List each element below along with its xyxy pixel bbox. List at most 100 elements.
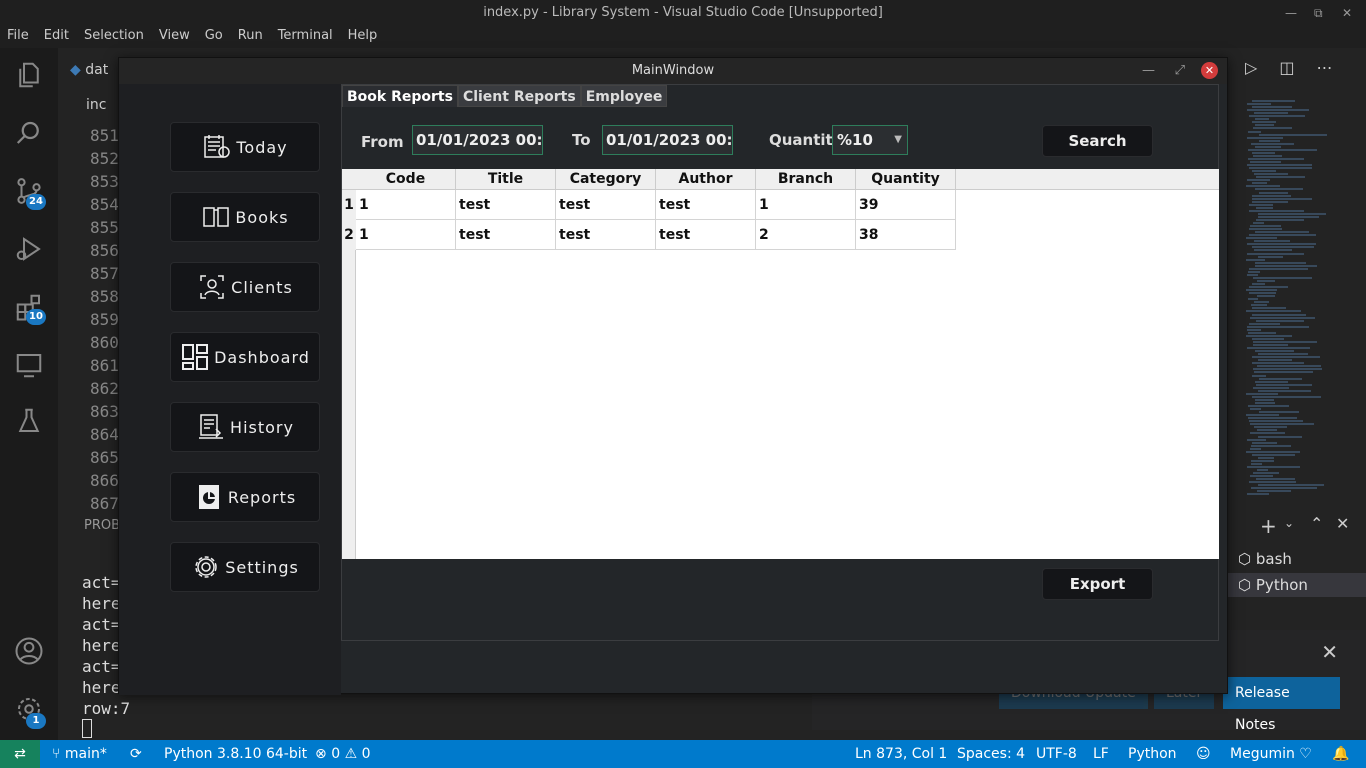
testing-icon[interactable] <box>13 406 45 438</box>
table-cell[interactable]: 39 <box>856 190 956 220</box>
feedback-icon[interactable]: ☺ <box>1196 740 1211 768</box>
from-date-input[interactable]: 01/01/2023 00:0 <box>412 125 543 155</box>
terminal-list: + ⌄ ⌃ ✕ ⬡ bash ⬡ Python <box>1228 506 1366 606</box>
minimap-line <box>1249 203 1273 206</box>
nav-clients-label: Clients <box>231 277 293 297</box>
maximize-panel-icon[interactable]: ⌃ <box>1310 514 1323 533</box>
table-row[interactable]: 2 1 test test test 2 38 <box>342 220 956 250</box>
eol-status[interactable]: LF <box>1093 740 1109 768</box>
terminal-item-bash[interactable]: ⬡ bash <box>1238 547 1292 571</box>
nav-clients-button[interactable]: Clients <box>170 262 320 312</box>
remote-explorer-icon[interactable] <box>13 350 45 382</box>
chevron-down-icon[interactable]: ⌄ <box>1284 516 1294 530</box>
nav-settings-button[interactable]: Settings <box>170 542 320 592</box>
menu-edit[interactable]: Edit <box>44 26 69 48</box>
encoding-status[interactable]: UTF-8 <box>1036 740 1077 768</box>
notifications-bell-icon[interactable]: 🔔 <box>1332 740 1349 768</box>
table-cell[interactable]: test <box>456 220 556 250</box>
more-actions-icon[interactable]: ⋯ <box>1316 58 1332 82</box>
tab-book-reports[interactable]: Book Reports <box>342 85 458 107</box>
table-cell[interactable]: 1 <box>756 190 856 220</box>
menu-help[interactable]: Help <box>348 26 378 48</box>
python-interpreter-status[interactable]: Python 3.8.10 64-bit <box>164 740 307 768</box>
explorer-icon[interactable] <box>13 60 45 92</box>
menu-file[interactable]: File <box>7 26 29 48</box>
column-header-quantity[interactable]: Quantity <box>856 169 956 190</box>
minimap-line <box>1249 209 1304 212</box>
close-notification-icon[interactable]: ✕ <box>1321 640 1338 664</box>
table-row[interactable]: 1 1 test test test 1 39 <box>342 190 956 220</box>
indentation-status[interactable]: Spaces: 4 <box>957 740 1025 768</box>
book-report-table[interactable]: Code Title Category Author Branch Quanti… <box>342 169 1219 559</box>
line-number: 861 <box>90 356 119 375</box>
accounts-icon[interactable] <box>13 636 45 668</box>
language-status[interactable]: Python <box>1128 740 1177 768</box>
minimap-line <box>1259 139 1280 142</box>
table-cell[interactable]: test <box>456 190 556 220</box>
minimize-icon[interactable]: — <box>1285 0 1297 26</box>
column-header-code[interactable]: Code <box>356 169 456 190</box>
user-status[interactable]: Megumin ♡ <box>1230 740 1312 768</box>
column-header-category[interactable]: Category <box>556 169 656 190</box>
nav-history-button[interactable]: History <box>170 402 320 452</box>
release-notes-button[interactable]: Release Notes <box>1223 677 1340 733</box>
minimap-line <box>1253 340 1317 343</box>
menu-view[interactable]: View <box>159 26 190 48</box>
remote-indicator[interactable]: ⇄ <box>0 740 40 768</box>
minimap-line <box>1250 316 1315 319</box>
column-header-title[interactable]: Title <box>456 169 556 190</box>
problems-status[interactable]: ⊗ 0 ⚠ 0 <box>315 740 371 768</box>
column-header-branch[interactable]: Branch <box>756 169 856 190</box>
close-icon[interactable]: ✕ <box>1342 0 1352 26</box>
nav-books-button[interactable]: Books <box>170 192 320 242</box>
cursor-position-status[interactable]: Ln 873, Col 1 <box>855 740 947 768</box>
branch-status[interactable]: ⑂ main* <box>52 740 107 768</box>
window-maximize-icon[interactable]: ⤢ <box>1175 58 1185 84</box>
close-panel-icon[interactable]: ✕ <box>1336 514 1349 533</box>
menu-selection[interactable]: Selection <box>84 26 144 48</box>
table-cell[interactable]: 2 <box>756 220 856 250</box>
export-button[interactable]: Export <box>1042 568 1153 600</box>
menu-terminal[interactable]: Terminal <box>278 26 333 48</box>
nav-dashboard-button[interactable]: Dashboard <box>170 332 320 382</box>
split-editor-icon[interactable]: ◫ <box>1279 58 1294 82</box>
nav-today-button[interactable]: Today <box>170 122 320 172</box>
terminal-icon: ⬡ <box>1238 576 1252 594</box>
restore-icon[interactable]: ⧉ <box>1314 0 1323 26</box>
tab-client-reports[interactable]: Client Reports <box>457 85 581 107</box>
table-cell[interactable]: 1 <box>356 220 456 250</box>
window-minimize-icon[interactable]: — <box>1142 58 1155 84</box>
minimap-line <box>1249 481 1296 484</box>
new-terminal-icon[interactable]: + <box>1260 514 1277 538</box>
table-cell[interactable]: test <box>656 220 756 250</box>
minimap-line <box>1252 246 1314 249</box>
table-cell[interactable]: test <box>556 190 656 220</box>
run-icon[interactable]: ▷ <box>1245 58 1257 82</box>
minimap[interactable] <box>1228 100 1348 502</box>
minimap-line <box>1249 322 1280 325</box>
quantity-select[interactable]: %10 ▼ <box>832 125 908 155</box>
line-number: 865 <box>90 448 119 467</box>
run-debug-icon[interactable] <box>13 234 45 266</box>
search-button[interactable]: Search <box>1042 125 1153 157</box>
table-cell[interactable]: 38 <box>856 220 956 250</box>
sync-icon[interactable]: ⟳ <box>130 740 142 768</box>
minimap-line <box>1247 103 1271 106</box>
table-cell[interactable]: test <box>656 190 756 220</box>
to-date-input[interactable]: 01/01/2023 00:0 <box>602 125 733 155</box>
column-header-author[interactable]: Author <box>656 169 756 190</box>
menu-run[interactable]: Run <box>238 26 263 48</box>
line-number: 859 <box>90 310 119 329</box>
minimap-line <box>1258 484 1324 487</box>
menu-go[interactable]: Go <box>205 26 223 48</box>
nav-books-label: Books <box>235 207 289 227</box>
nav-reports-button[interactable]: Reports <box>170 472 320 522</box>
tab-employee[interactable]: Employee <box>580 85 668 107</box>
search-icon[interactable] <box>13 118 45 150</box>
minimap-line <box>1250 161 1281 163</box>
minimap-line <box>1253 344 1288 346</box>
terminal-item-python[interactable]: ⬡ Python <box>1228 573 1366 597</box>
table-cell[interactable]: test <box>556 220 656 250</box>
window-close-icon[interactable]: ✕ <box>1201 62 1218 79</box>
table-cell[interactable]: 1 <box>356 190 456 220</box>
